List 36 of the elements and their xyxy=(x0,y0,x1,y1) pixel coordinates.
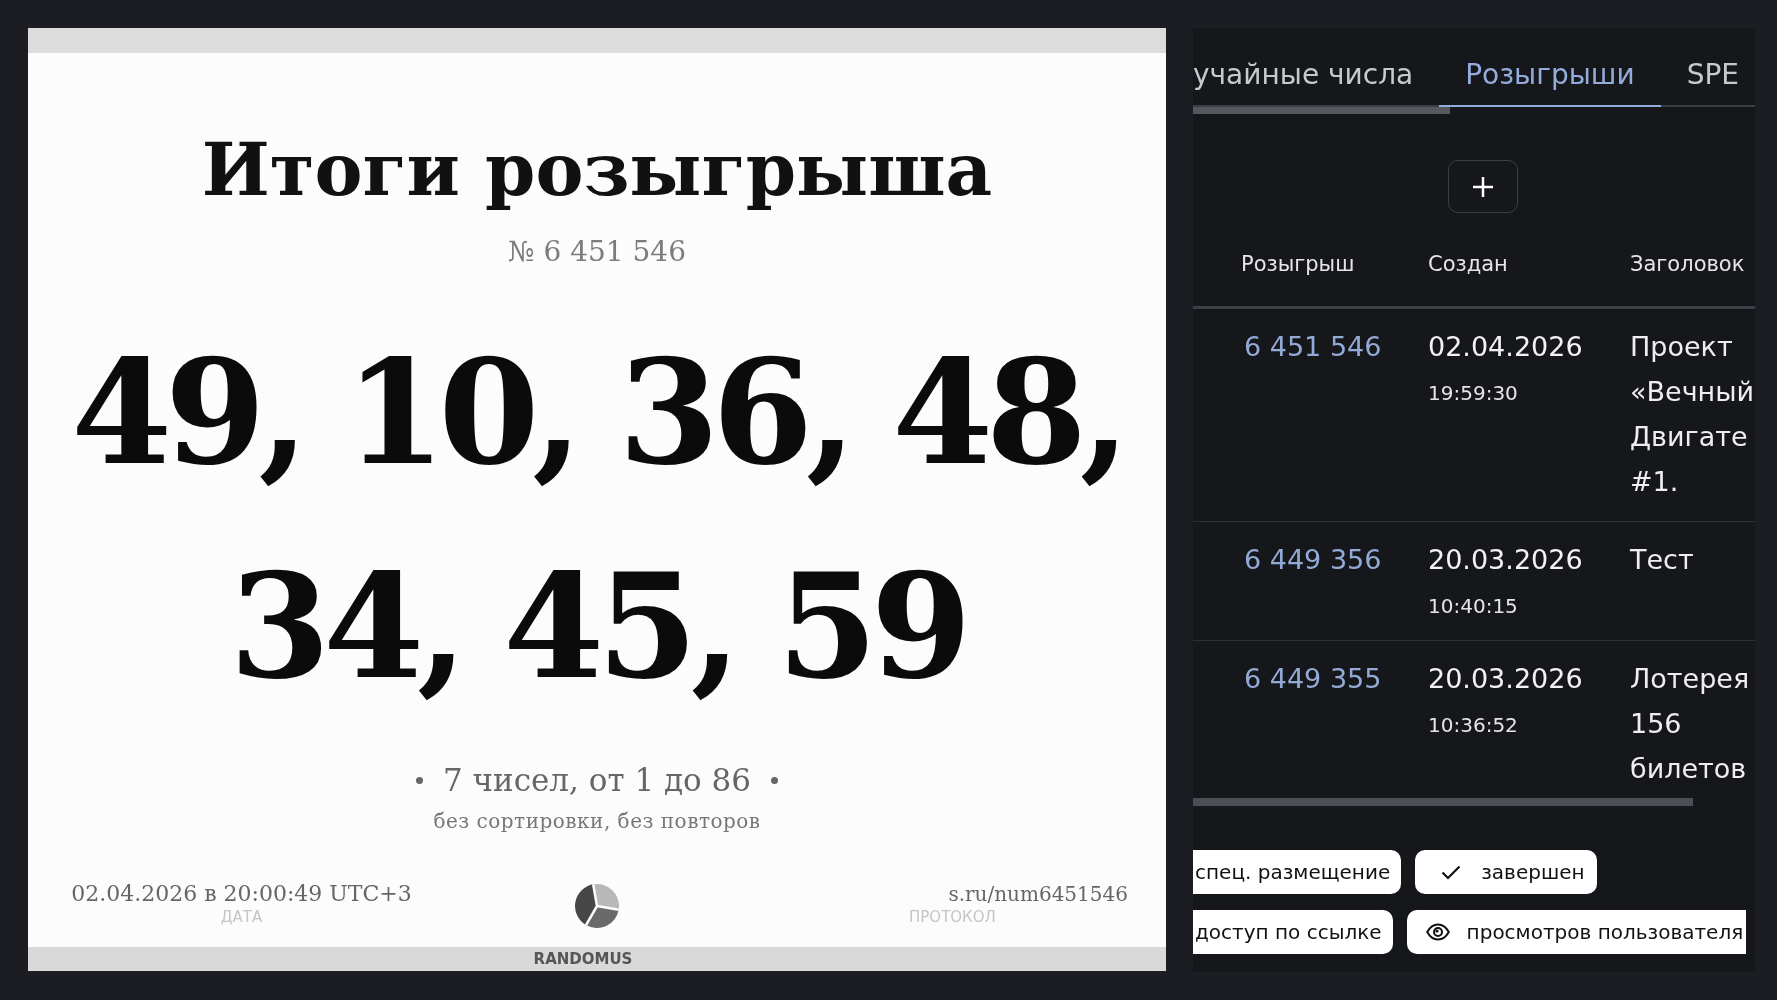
tag-label: просмотров пользователя xyxy=(1466,919,1744,946)
scrollbar-thumb[interactable] xyxy=(1193,798,1693,806)
tag-label: завершен xyxy=(1481,859,1585,886)
created-time: 19:59:30 xyxy=(1428,380,1518,407)
scrollbar-thumb[interactable] xyxy=(1193,107,1450,114)
draw-link[interactable]: 6 451 546 xyxy=(1244,324,1382,369)
tag-label: спец. размещение xyxy=(1195,859,1391,886)
table-cell-text: Лотерея 156 билетов xyxy=(1630,662,1751,786)
created-date: 02.04.2026 xyxy=(1428,330,1583,364)
created-time: 10:40:15 xyxy=(1428,593,1518,620)
tab[interactable]: Розыгрыши xyxy=(1439,28,1661,107)
segmented-circle-logo-icon xyxy=(573,882,621,930)
brand-name: RANDOMUS xyxy=(533,949,633,970)
plus-icon xyxy=(1472,175,1494,198)
drawn-numbers: 49, 10, 36, 48, 34, 45, 59 xyxy=(70,326,1124,713)
tag-label: доступ по ссылке xyxy=(1195,919,1382,946)
draw-number: № 6 451 546 xyxy=(508,234,686,270)
created-time: 10:36:52 xyxy=(1428,712,1518,739)
column-header[interactable]: Создан xyxy=(1428,252,1508,276)
table-cell-text: Проект «Вечный Двигате #1. xyxy=(1630,330,1755,499)
table-cell-text: Тест xyxy=(1630,543,1695,577)
created-date: 20.03.2026 xyxy=(1428,662,1583,696)
draw-link[interactable]: 6 449 355 xyxy=(1244,656,1382,701)
check-icon xyxy=(1441,864,1462,880)
summary-text: 7 чисел, от 1 до 86 xyxy=(442,761,752,800)
add-button[interactable] xyxy=(1448,160,1518,213)
options-text: без сортировки, без повторов xyxy=(433,808,761,835)
column-header[interactable]: Заголовок xyxy=(1630,252,1745,276)
created-date: 20.03.2026 xyxy=(1428,543,1583,577)
draw-link[interactable]: 6 449 356 xyxy=(1244,537,1382,582)
tab[interactable]: SPE xyxy=(1660,28,1755,107)
protocol-url: s.ru/num6451546 xyxy=(948,881,1128,908)
results-title: Итоги розыгрыша xyxy=(201,126,993,214)
column-header[interactable]: Розыгрыш xyxy=(1241,252,1355,276)
draw-date: 02.04.2026 в 20:00:49 UTC+3 xyxy=(71,880,412,908)
eye-icon xyxy=(1425,923,1450,941)
